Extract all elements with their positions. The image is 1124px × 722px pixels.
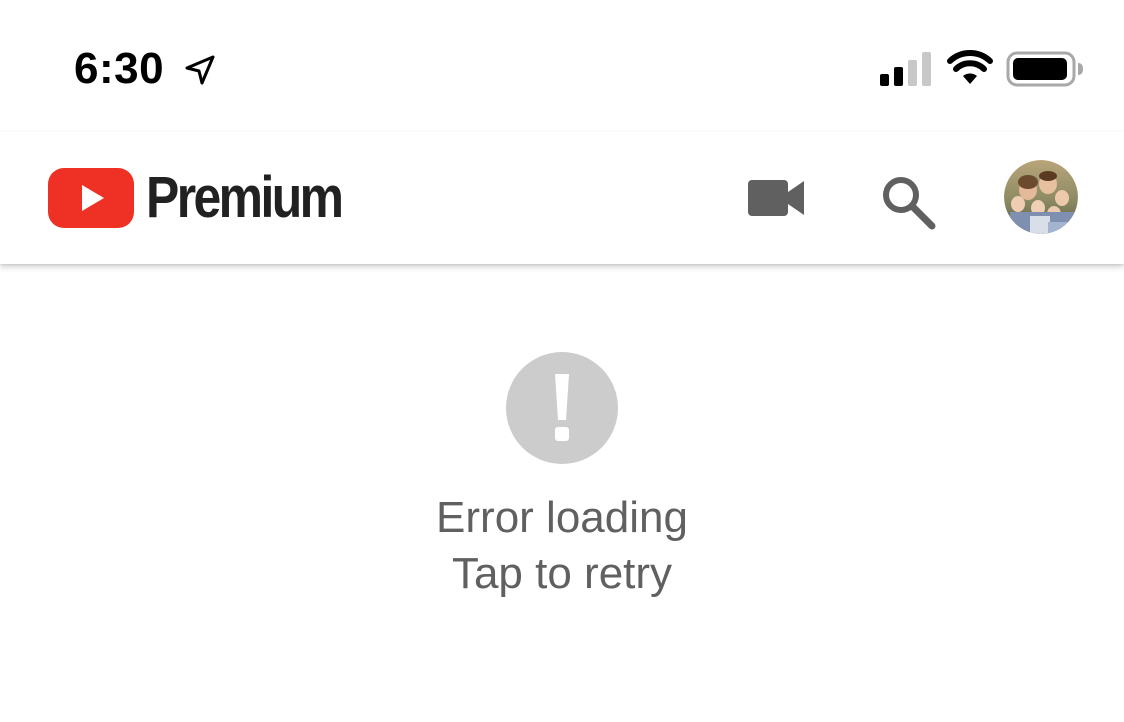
- error-title: Error loading: [436, 493, 688, 542]
- location-arrow-icon: [185, 55, 215, 85]
- search-button[interactable]: [876, 170, 940, 234]
- video-camera-icon: [748, 180, 804, 216]
- account-avatar[interactable]: [1004, 160, 1078, 234]
- error-exclamation-icon: [506, 352, 618, 464]
- search-icon: [883, 177, 936, 230]
- avatar: [1004, 160, 1078, 234]
- battery-icon: [1006, 51, 1083, 87]
- main-content: Error loading Tap to retry: [0, 264, 1124, 722]
- retry-area[interactable]: Error loading Tap to retry: [0, 352, 1124, 602]
- status-time: 6:30: [74, 44, 165, 93]
- cellular-signal-icon: [880, 52, 931, 86]
- youtube-premium-logo[interactable]: Premium: [48, 168, 373, 228]
- wifi-icon: [947, 50, 993, 84]
- status-bar: 6:30: [0, 0, 1124, 132]
- upload-video-button[interactable]: [744, 172, 810, 224]
- brand-word: Premium: [146, 165, 344, 230]
- youtube-play-icon: [48, 168, 134, 228]
- app-header: Premium: [0, 132, 1124, 264]
- retry-text[interactable]: Tap to retry: [452, 546, 672, 602]
